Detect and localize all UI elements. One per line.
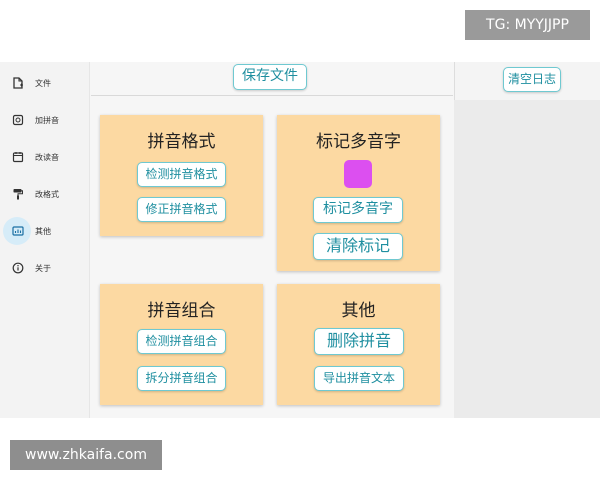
card-title: 标记多音字 (316, 132, 401, 152)
watermark-bottom: www.zhkaifa.com (10, 440, 162, 470)
detect-pinyin-combination-button[interactable]: 检测拼音组合 (137, 329, 226, 354)
mark-polyphonic-button[interactable]: 标记多音字 (313, 197, 403, 223)
sidebar-item-about[interactable]: 关于 (0, 253, 90, 283)
sidebar-item-add-pinyin[interactable]: 加拼音 (0, 105, 90, 135)
card-polyphonic: 标记多音字 标记多音字 清除标记 (277, 115, 440, 271)
save-file-button[interactable]: 保存文件 (233, 64, 307, 90)
sidebar-item-change-format[interactable]: 改格式 (0, 179, 90, 209)
sidebar-item-label: 加拼音 (35, 115, 59, 125)
card-title: 拼音格式 (147, 132, 216, 152)
highlight-color-swatch[interactable] (344, 160, 372, 188)
sidebar-item-label: 文件 (35, 78, 51, 88)
card-pinyin-combination: 拼音组合 检测拼音组合 拆分拼音组合 (100, 284, 263, 405)
sidebar-item-label: 改读音 (35, 152, 59, 162)
sidebar-item-label: 关于 (35, 263, 51, 273)
sidebar-item-change-reading[interactable]: 改读音 (0, 142, 90, 172)
sidebar-item-other[interactable]: 其他 (0, 216, 90, 246)
info-icon (11, 261, 25, 275)
detect-pinyin-format-button[interactable]: 检测拼音格式 (137, 162, 226, 187)
log-panel: 清空日志 (454, 62, 600, 418)
split-pinyin-combination-button[interactable]: 拆分拼音组合 (137, 366, 226, 391)
sidebar-item-label: 其他 (35, 226, 51, 236)
calendar-edit-icon (11, 150, 25, 164)
add-pinyin-icon (11, 113, 25, 127)
paint-roller-icon (11, 187, 25, 201)
other-icon (11, 224, 25, 238)
sidebar-item-label: 改格式 (35, 189, 59, 199)
file-icon (11, 76, 25, 90)
card-pinyin-format: 拼音格式 检测拼音格式 修正拼音格式 (100, 115, 263, 236)
delete-pinyin-button[interactable]: 删除拼音 (314, 328, 404, 355)
fix-pinyin-format-button[interactable]: 修正拼音格式 (137, 197, 226, 222)
clear-marks-button[interactable]: 清除标记 (313, 233, 403, 260)
sidebar-item-file[interactable]: 文件 (0, 68, 90, 98)
log-toolbar: 清空日志 (454, 62, 600, 100)
card-other: 其他 删除拼音 导出拼音文本 (277, 284, 440, 405)
sidebar: 文件 加拼音 改读音 改格式 其他 关于 (0, 62, 90, 418)
watermark-top: TG: MYYJJPP (465, 10, 590, 40)
clear-log-button[interactable]: 清空日志 (503, 67, 561, 92)
app-window: 文件 加拼音 改读音 改格式 其他 关于 保存文件 拼音格式 检测拼音格式 修正… (0, 62, 600, 418)
export-pinyin-text-button[interactable]: 导出拼音文本 (314, 366, 404, 391)
main-toolbar: 保存文件 (91, 62, 453, 96)
card-title: 其他 (341, 301, 376, 321)
main-panel: 保存文件 拼音格式 检测拼音格式 修正拼音格式 标记多音字 标记多音字 清除标记… (91, 62, 453, 418)
card-title: 拼音组合 (147, 301, 216, 321)
